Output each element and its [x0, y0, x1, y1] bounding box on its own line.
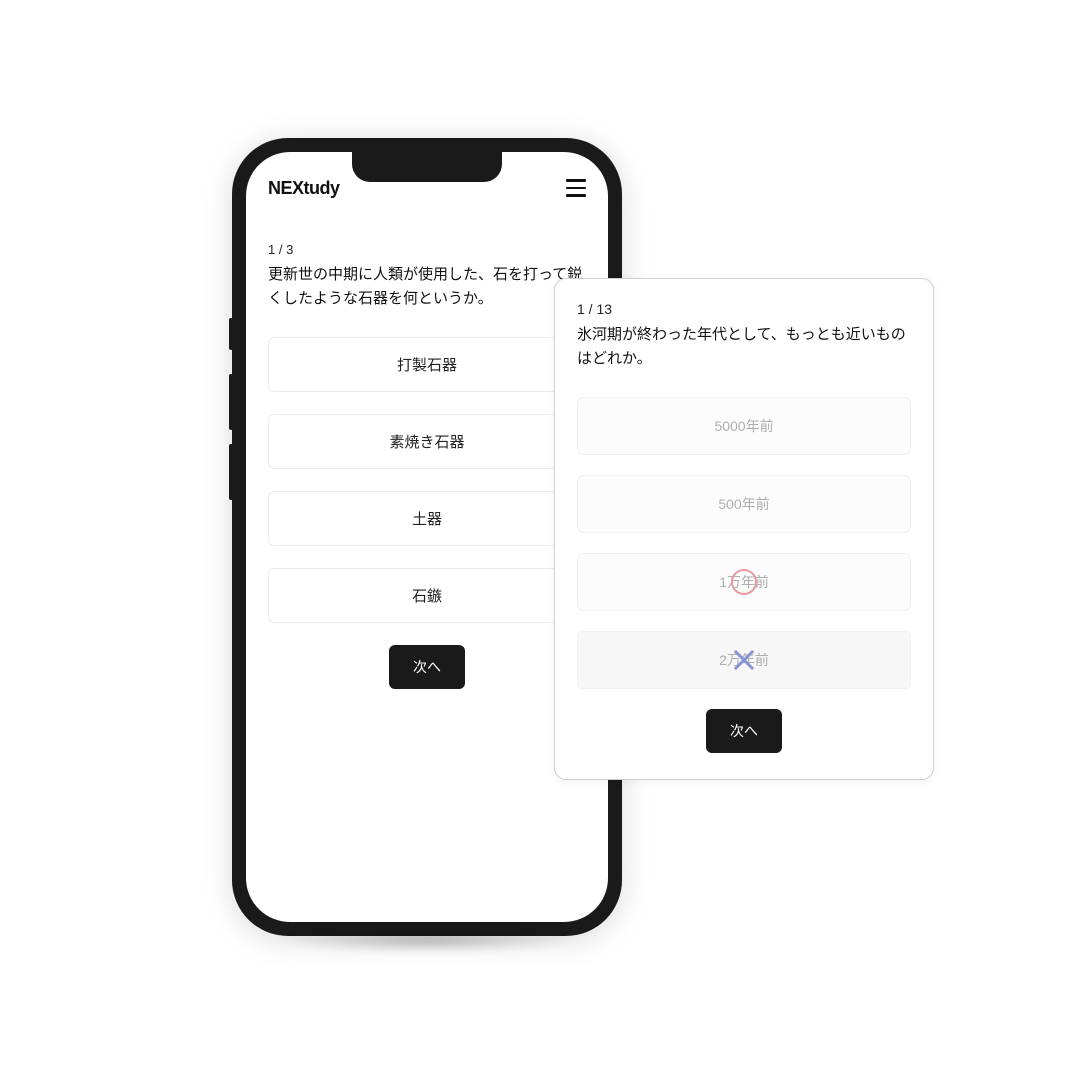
quiz-option-1[interactable]: 5000年前	[577, 397, 911, 455]
quiz-option-label: 5000年前	[714, 418, 773, 434]
quiz-option-2[interactable]: 素焼き石器	[268, 414, 586, 469]
phone-volume-down	[229, 444, 233, 500]
quiz-question: 更新世の中期に人類が使用した、石を打って鋭くしたような石器を何というか。	[268, 263, 586, 311]
quiz-option-label: 素焼き石器	[389, 434, 464, 451]
quiz-option-3[interactable]: 土器	[268, 491, 586, 546]
quiz-question: 氷河期が終わった年代として、もっとも近いものはどれか。	[577, 323, 911, 371]
quiz-option-4-wrong[interactable]: 2万年前	[577, 631, 911, 689]
quiz-option-label: 2万年前	[719, 652, 769, 668]
phone-notch	[352, 152, 502, 182]
menu-icon[interactable]	[566, 179, 586, 197]
quiz-option-label: 打製石器	[397, 357, 457, 374]
quiz-option-3-correct[interactable]: 1万年前	[577, 553, 911, 611]
quiz-progress: 1 / 3	[268, 242, 586, 257]
quiz-option-label: 土器	[412, 511, 442, 528]
next-button[interactable]: 次へ	[706, 709, 782, 753]
quiz-option-2[interactable]: 500年前	[577, 475, 911, 533]
quiz-option-label: 石鏃	[412, 588, 442, 605]
quiz-option-4[interactable]: 石鏃	[268, 568, 586, 623]
quiz-option-label: 500年前	[718, 496, 769, 512]
app-logo: NEXtudy	[268, 178, 340, 199]
quiz-progress: 1 / 13	[577, 301, 911, 317]
quiz-answer-card: 1 / 13 氷河期が終わった年代として、もっとも近いものはどれか。 5000年…	[554, 278, 934, 780]
quiz-option-1[interactable]: 打製石器	[268, 337, 586, 392]
quiz-option-label: 1万年前	[719, 574, 769, 590]
next-button[interactable]: 次へ	[389, 645, 465, 689]
phone-mute-switch	[229, 318, 233, 350]
phone-volume-up	[229, 374, 233, 430]
